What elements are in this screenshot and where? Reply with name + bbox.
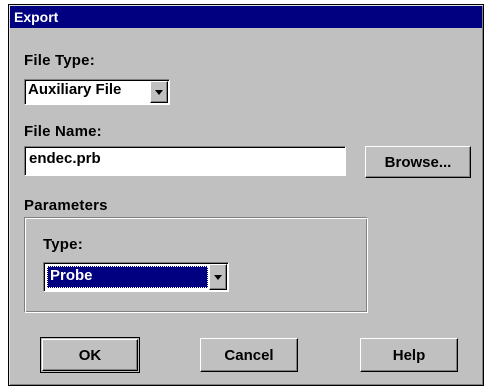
browse-button[interactable]: Browse...	[365, 146, 471, 178]
file-name-value: endec.prb	[29, 150, 101, 167]
file-type-label: File Type:	[24, 52, 95, 69]
chevron-down-icon	[155, 90, 163, 95]
dialog-frame: Export File Type: Auxiliary File File Na…	[8, 4, 484, 386]
help-button[interactable]: Help	[360, 338, 458, 372]
file-type-select[interactable]: Auxiliary File	[24, 79, 170, 105]
file-type-value: Auxiliary File	[28, 81, 122, 98]
type-label: Type:	[43, 236, 83, 253]
file-name-label: File Name:	[24, 123, 102, 140]
ok-button-default-border: OK	[40, 337, 140, 373]
parameters-group: Type: Probe	[24, 217, 368, 313]
type-selected-value: Probe	[47, 266, 208, 288]
file-name-input[interactable]: endec.prb	[24, 146, 346, 176]
chevron-down-icon	[214, 275, 222, 280]
parameters-label: Parameters	[24, 197, 108, 214]
type-dropdown-button[interactable]	[209, 264, 227, 290]
ok-button[interactable]: OK	[42, 339, 138, 371]
file-type-dropdown-button[interactable]	[150, 81, 168, 103]
title-bar: Export	[10, 6, 482, 28]
type-select[interactable]: Probe	[43, 262, 229, 292]
export-dialog: Export File Type: Auxiliary File File Na…	[0, 0, 488, 388]
cancel-button[interactable]: Cancel	[200, 338, 298, 372]
